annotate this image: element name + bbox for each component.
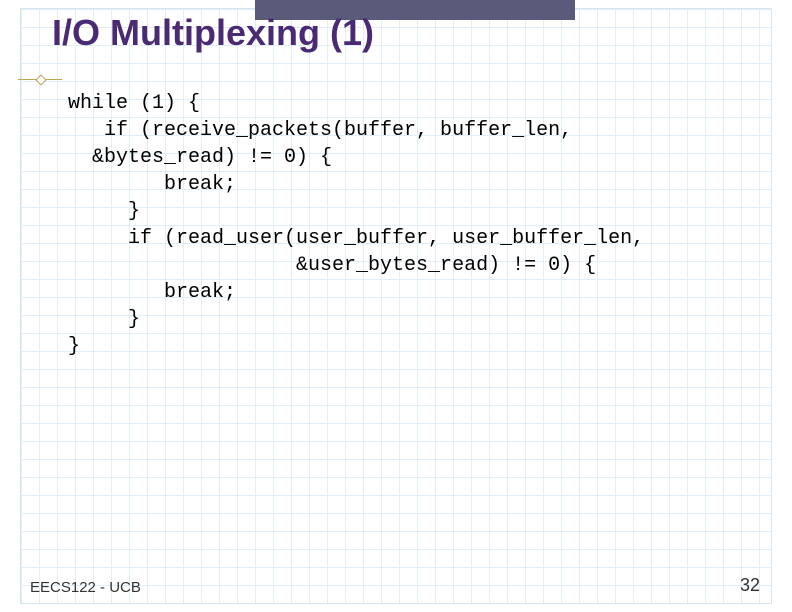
code-block: while (1) { if (receive_packets(buffer, … bbox=[68, 90, 644, 360]
footer-course-label: EECS122 - UCB bbox=[30, 579, 141, 596]
slide-number: 32 bbox=[740, 575, 760, 596]
slide-title: I/O Multiplexing (1) bbox=[52, 12, 374, 54]
title-ornament bbox=[18, 76, 62, 84]
